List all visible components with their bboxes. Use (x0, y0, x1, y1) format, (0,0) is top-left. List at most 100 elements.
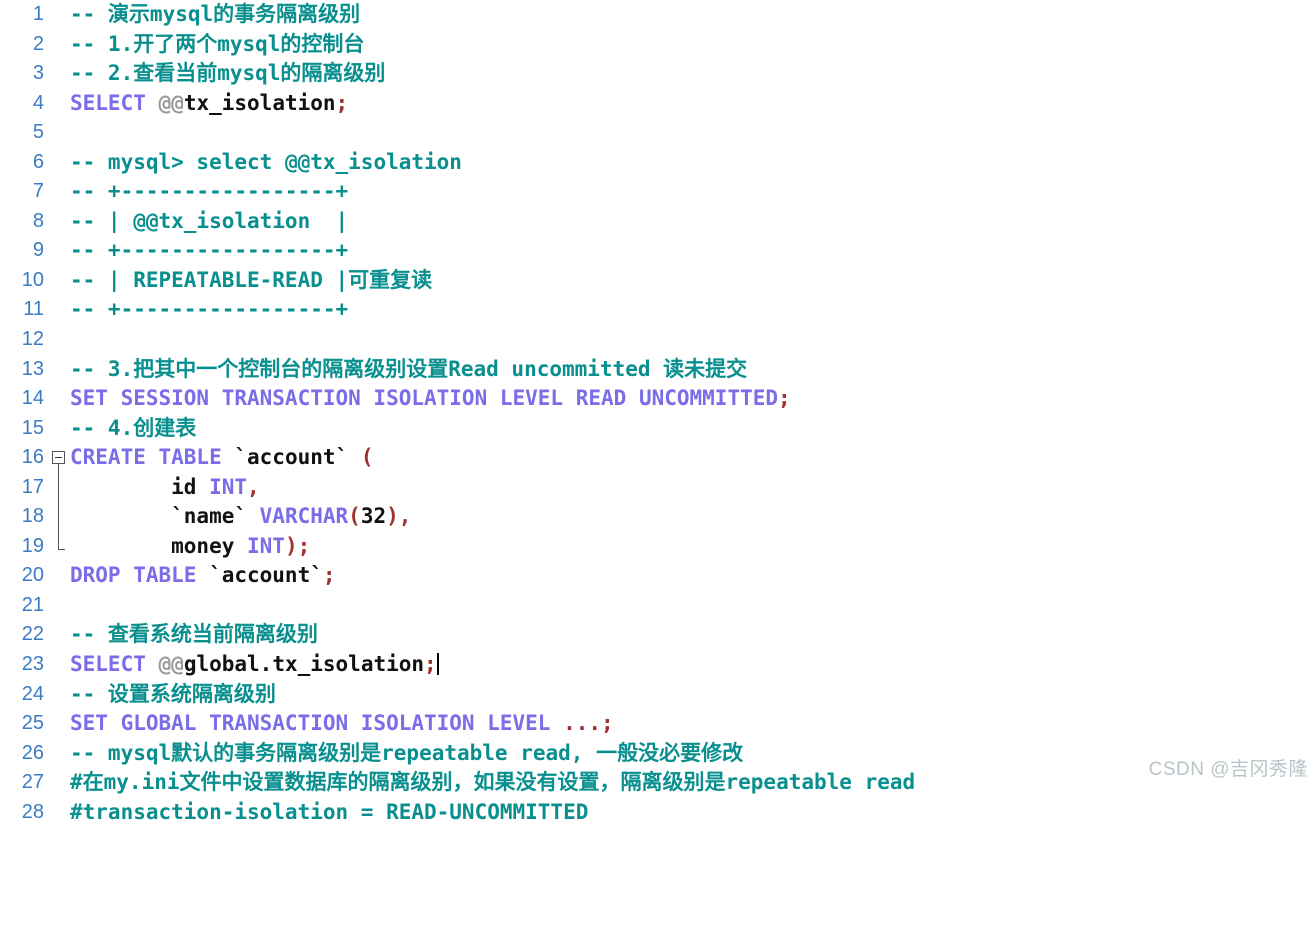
line-content[interactable]: SELECT @@tx_isolation; (70, 89, 348, 119)
fold-gutter[interactable] (50, 236, 70, 266)
line-content[interactable]: -- 演示mysql的事务隔离级别 (70, 0, 360, 30)
line-content[interactable]: -- 2.查看当前mysql的隔离级别 (70, 59, 385, 89)
line-content[interactable]: `name` VARCHAR(32), (70, 502, 411, 532)
line-number: 27 (21, 771, 44, 794)
line-content[interactable]: -- 设置系统隔离级别 (70, 680, 276, 710)
code-token: @@ (158, 652, 184, 677)
fold-gutter[interactable] (50, 531, 70, 562)
fold-gutter[interactable] (50, 739, 70, 769)
fold-gutter[interactable] (50, 30, 70, 60)
line-content[interactable]: -- +-----------------+ (70, 236, 348, 266)
fold-gutter[interactable] (50, 384, 70, 414)
code-token: -- 3.把其中一个控制台的隔离级别设置Read uncommitted 读未提… (70, 356, 748, 381)
editor-line[interactable]: 5 (0, 118, 1314, 148)
fold-gutter[interactable] (50, 295, 70, 325)
line-content[interactable]: -- 1.开了两个mysql的控制台 (70, 30, 364, 60)
line-content[interactable]: SET GLOBAL TRANSACTION ISOLATION LEVEL .… (70, 709, 614, 739)
line-content[interactable]: -- +-----------------+ (70, 177, 348, 207)
editor-line[interactable]: 17 id INT, (0, 472, 1314, 503)
fold-gutter[interactable] (50, 207, 70, 237)
editor-line[interactable]: 11 -- +-----------------+ (0, 295, 1314, 325)
line-number: 1 (32, 3, 44, 25)
line-content[interactable]: DROP TABLE `account`; (70, 561, 336, 591)
editor-line[interactable]: 20 DROP TABLE `account`; (0, 561, 1314, 591)
code-token: | (310, 208, 349, 233)
editor-line[interactable]: 27 #在my.ini文件中设置数据库的隔离级别，如果没有设置，隔离级别是rep… (0, 768, 1314, 798)
code-token: money (70, 533, 248, 558)
code-token: -- 1.开了两个mysql的控制台 (70, 31, 365, 56)
line-content[interactable]: -- 查看系统当前隔离级别 (70, 620, 318, 650)
fold-gutter[interactable] (50, 355, 70, 385)
editor-line[interactable]: 6 -- mysql> select @@tx_isolation (0, 148, 1314, 178)
code-token: -- | (70, 208, 134, 233)
fold-gutter[interactable] (50, 620, 70, 650)
editor-line[interactable]: 24 -- 设置系统隔离级别 (0, 680, 1314, 710)
line-number: 2 (32, 32, 44, 55)
line-content[interactable]: -- | REPEATABLE-READ |可重复读 (70, 266, 432, 296)
fold-gutter[interactable] (50, 561, 70, 591)
code-token: -- +-----------------+ (70, 297, 349, 322)
line-content[interactable]: -- mysql> select @@tx_isolation (70, 148, 462, 178)
code-token: ( (348, 445, 374, 470)
editor-line[interactable]: 28 #transaction-isolation = READ-UNCOMMI… (0, 798, 1314, 828)
editor-line[interactable]: 12 (0, 325, 1314, 355)
editor-line[interactable]: 7 -- +-----------------+ (0, 177, 1314, 207)
fold-gutter[interactable] (50, 472, 70, 503)
fold-gutter[interactable] (50, 148, 70, 178)
fold-gutter[interactable] (50, 266, 70, 296)
line-content[interactable]: id INT, (70, 473, 260, 503)
fold-collapse-icon[interactable] (52, 451, 65, 465)
code-token: -- +-----------------+ (70, 238, 349, 263)
fold-gutter[interactable] (50, 680, 70, 710)
code-token: VARCHAR (247, 504, 349, 529)
line-content[interactable]: money INT); (70, 532, 310, 562)
line-content[interactable]: CREATE TABLE `account` ( (70, 443, 373, 473)
line-content[interactable]: SELECT @@global.tx_isolation; (70, 650, 439, 680)
fold-gutter[interactable] (50, 709, 70, 739)
editor-line[interactable]: 8 -- | @@tx_isolation | (0, 207, 1314, 237)
fold-gutter[interactable] (50, 0, 70, 30)
line-content[interactable]: -- | @@tx_isolation | (70, 207, 348, 237)
editor-line[interactable]: 9 -- +-----------------+ (0, 236, 1314, 266)
fold-gutter[interactable] (50, 177, 70, 207)
editor-line[interactable]: 4 SELECT @@tx_isolation; (0, 89, 1314, 119)
editor-line[interactable]: 18 `name` VARCHAR(32), (0, 502, 1314, 532)
line-content[interactable]: #transaction-isolation = READ-UNCOMMITTE… (70, 798, 588, 828)
fold-gutter[interactable] (50, 118, 70, 148)
editor-line[interactable]: 26 -- mysql默认的事务隔离级别是repeatable read, 一般… (0, 739, 1314, 769)
editor-line[interactable]: 3 -- 2.查看当前mysql的隔离级别 (0, 59, 1314, 89)
editor-line[interactable]: 25 SET GLOBAL TRANSACTION ISOLATION LEVE… (0, 709, 1314, 739)
line-content[interactable]: -- 4.创建表 (70, 414, 196, 444)
fold-gutter[interactable] (50, 443, 70, 474)
editor-line[interactable]: 1 -- 演示mysql的事务隔离级别 (0, 0, 1314, 30)
editor-line[interactable]: 10 -- | REPEATABLE-READ |可重复读 (0, 266, 1314, 296)
editor-line[interactable]: 21 (0, 591, 1314, 621)
code-token: ( (348, 504, 361, 529)
fold-gutter[interactable] (50, 650, 70, 680)
fold-gutter[interactable] (50, 591, 70, 621)
fold-gutter[interactable] (50, 502, 70, 532)
code-token: INT (209, 474, 248, 499)
line-content[interactable]: -- 3.把其中一个控制台的隔离级别设置Read uncommitted 读未提… (70, 355, 747, 385)
code-editor[interactable]: 1 -- 演示mysql的事务隔离级别 2 -- 1.开了两个mysql的控制台… (0, 0, 1314, 824)
editor-line[interactable]: 2 -- 1.开了两个mysql的控制台 (0, 30, 1314, 60)
fold-gutter[interactable] (50, 89, 70, 119)
fold-gutter[interactable] (50, 325, 70, 355)
line-content[interactable]: -- mysql默认的事务隔离级别是repeatable read, 一般没必要… (70, 739, 743, 769)
editor-line[interactable]: 22 -- 查看系统当前隔离级别 (0, 620, 1314, 650)
fold-gutter[interactable] (50, 59, 70, 89)
fold-gutter[interactable] (50, 798, 70, 828)
editor-line[interactable]: 16 CREATE TABLE `account` ( (0, 443, 1314, 474)
editor-line[interactable]: 15 -- 4.创建表 (0, 414, 1314, 444)
editor-line[interactable]: 19 money INT); (0, 531, 1314, 562)
line-content[interactable]: -- +-----------------+ (70, 295, 348, 325)
line-content[interactable]: SET SESSION TRANSACTION ISOLATION LEVEL … (70, 384, 791, 414)
editor-line[interactable]: 13 -- 3.把其中一个控制台的隔离级别设置Read uncommitted … (0, 355, 1314, 385)
line-number: 26 (21, 741, 44, 764)
code-token: `name` (70, 504, 248, 529)
fold-gutter[interactable] (50, 414, 70, 444)
editor-line[interactable]: 23 SELECT @@global.tx_isolation; (0, 650, 1314, 680)
editor-line[interactable]: 14 SET SESSION TRANSACTION ISOLATION LEV… (0, 384, 1314, 414)
line-content[interactable]: #在my.ini文件中设置数据库的隔离级别，如果没有设置，隔离级别是repeat… (70, 768, 915, 798)
fold-gutter[interactable] (50, 768, 70, 798)
